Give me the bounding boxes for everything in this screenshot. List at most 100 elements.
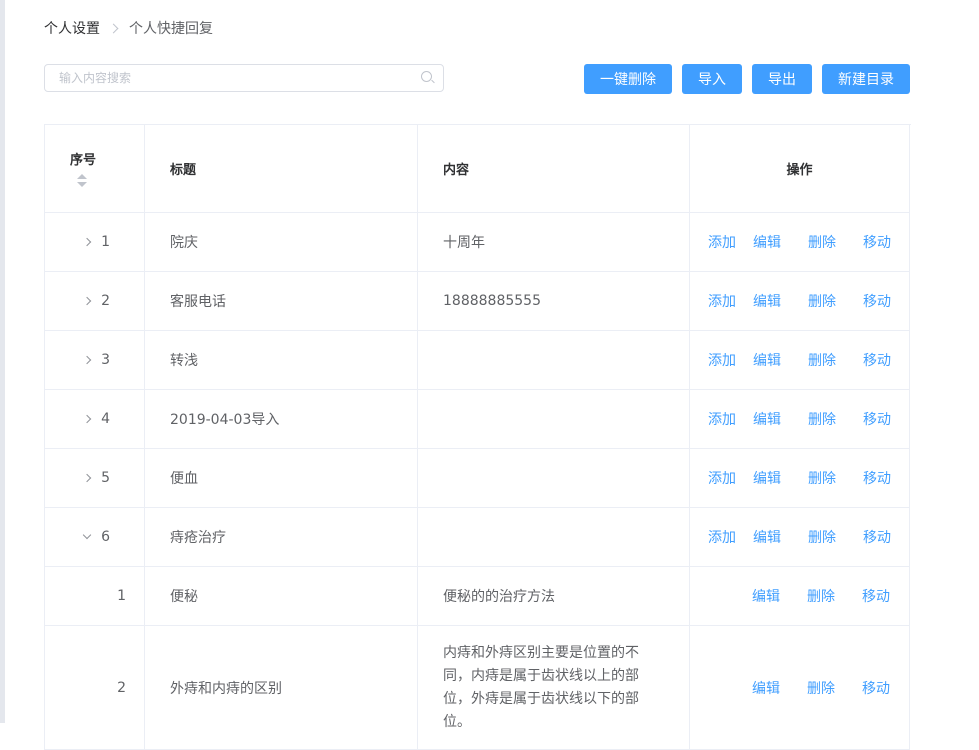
table-child-row: 2 外痔和内痔的区别 内痔和外痔区别主要是位置的不同，内痔是属于齿状线以上的部位… — [45, 626, 911, 750]
add-link[interactable]: 添加 — [708, 350, 736, 370]
delete-link[interactable]: 删除 — [808, 468, 836, 488]
edit-link[interactable]: 编辑 — [753, 527, 781, 547]
row-actions: 添加 编辑 删除 移动 — [690, 390, 910, 449]
row-index-value: 2 — [101, 293, 110, 309]
new-folder-button[interactable]: 新建目录 — [822, 64, 910, 94]
delete-link[interactable]: 删除 — [808, 350, 836, 370]
add-link[interactable]: 添加 — [708, 527, 736, 547]
left-border-strip — [0, 0, 5, 723]
move-link[interactable]: 移动 — [863, 527, 891, 547]
chevron-down-icon[interactable] — [82, 530, 92, 540]
edit-link[interactable]: 编辑 — [753, 409, 781, 429]
row-index: 1 — [45, 213, 145, 272]
table-row: 3 转浅 添加 编辑 删除 移动 — [45, 331, 911, 390]
delete-link[interactable]: 删除 — [808, 291, 836, 311]
delete-link[interactable]: 删除 — [808, 527, 836, 547]
import-button[interactable]: 导入 — [682, 64, 742, 94]
delete-link[interactable]: 删除 — [807, 678, 835, 698]
chevron-right-icon[interactable] — [82, 355, 92, 365]
row-index: 3 — [45, 331, 145, 390]
breadcrumb: 个人设置 个人快捷回复 — [44, 18, 213, 38]
move-link[interactable]: 移动 — [863, 232, 891, 252]
edit-link[interactable]: 编辑 — [752, 586, 780, 606]
row-content — [418, 449, 690, 508]
table-row: 4 2019-04-03导入 添加 编辑 删除 移动 — [45, 390, 911, 449]
row-index-value: 4 — [101, 411, 110, 427]
add-link[interactable]: 添加 — [708, 291, 736, 311]
row-actions: 添加 编辑 删除 移动 — [690, 449, 910, 508]
chevron-right-icon[interactable] — [82, 473, 92, 483]
table-body: 1 院庆 十周年 添加 编辑 删除 移动 2 客服电话 18888885555 — [45, 213, 911, 750]
table-row-expanded: 6 痔疮治疗 添加 编辑 删除 移动 — [45, 508, 911, 567]
table-row: 2 客服电话 18888885555 添加 编辑 删除 移动 — [45, 272, 911, 331]
header-index-label: 序号 — [70, 153, 97, 168]
row-title: 外痔和内痔的区别 — [145, 626, 418, 750]
edit-link[interactable]: 编辑 — [753, 350, 781, 370]
move-link[interactable]: 移动 — [863, 291, 891, 311]
row-title: 痔疮治疗 — [145, 508, 418, 567]
row-index: 5 — [45, 449, 145, 508]
delete-link[interactable]: 删除 — [808, 409, 836, 429]
move-link[interactable]: 移动 — [863, 468, 891, 488]
row-content: 十周年 — [418, 213, 690, 272]
move-link[interactable]: 移动 — [862, 586, 890, 606]
search-input[interactable] — [45, 65, 419, 91]
header-actions: 操作 — [690, 125, 910, 213]
delete-link[interactable]: 删除 — [808, 232, 836, 252]
header-content: 内容 — [418, 125, 690, 213]
header-index[interactable]: 序号 — [45, 125, 145, 213]
search-icon[interactable] — [421, 71, 432, 82]
move-link[interactable]: 移动 — [862, 678, 890, 698]
row-content: 便秘的的治疗方法 — [418, 567, 690, 626]
breadcrumb-parent[interactable]: 个人设置 — [44, 18, 100, 38]
row-content — [418, 331, 690, 390]
edit-link[interactable]: 编辑 — [753, 291, 781, 311]
row-content — [418, 508, 690, 567]
row-actions: 添加 编辑 删除 移动 — [690, 331, 910, 390]
table-row: 5 便血 添加 编辑 删除 移动 — [45, 449, 911, 508]
add-link[interactable]: 添加 — [708, 468, 736, 488]
row-actions: 添加 编辑 删除 移动 — [690, 272, 910, 331]
row-index-value: 5 — [101, 470, 110, 486]
chevron-right-icon[interactable] — [82, 237, 92, 247]
header-title: 标题 — [145, 125, 418, 213]
table-header-row: 序号 标题 内容 操作 — [45, 125, 911, 213]
row-index: 4 — [45, 390, 145, 449]
row-index-value: 1 — [101, 234, 110, 250]
row-actions: 添加 编辑 删除 移动 — [690, 213, 910, 272]
row-actions: 添加 编辑 删除 移动 — [690, 508, 910, 567]
delete-link[interactable]: 删除 — [807, 586, 835, 606]
row-index: 1 — [45, 567, 145, 626]
row-content: 内痔和外痔区别主要是位置的不同，内痔是属于齿状线以上的部位，外痔是属于齿状线以下… — [418, 626, 690, 750]
row-index-value: 6 — [101, 529, 110, 545]
search-box — [44, 64, 444, 92]
row-title: 便秘 — [145, 567, 418, 626]
row-index-value: 3 — [101, 352, 110, 368]
chevron-right-icon[interactable] — [82, 414, 92, 424]
export-button[interactable]: 导出 — [752, 64, 812, 94]
move-link[interactable]: 移动 — [863, 409, 891, 429]
sort-icon[interactable] — [76, 174, 88, 188]
quick-reply-table: 序号 标题 内容 操作 1 院庆 十周年 添加 编辑 删除 移动 2 客服电话 … — [44, 124, 911, 750]
edit-link[interactable]: 编辑 — [752, 678, 780, 698]
edit-link[interactable]: 编辑 — [753, 468, 781, 488]
delete-all-button[interactable]: 一键删除 — [584, 64, 672, 94]
table-row: 1 院庆 十周年 添加 编辑 删除 移动 — [45, 213, 911, 272]
edit-link[interactable]: 编辑 — [753, 232, 781, 252]
row-index: 2 — [45, 272, 145, 331]
row-index: 2 — [45, 626, 145, 750]
row-title: 院庆 — [145, 213, 418, 272]
move-link[interactable]: 移动 — [863, 350, 891, 370]
row-index: 6 — [45, 508, 145, 567]
row-title: 客服电话 — [145, 272, 418, 331]
row-content — [418, 390, 690, 449]
row-title: 便血 — [145, 449, 418, 508]
add-link[interactable]: 添加 — [708, 232, 736, 252]
row-title: 2019-04-03导入 — [145, 390, 418, 449]
row-content: 18888885555 — [418, 272, 690, 331]
breadcrumb-current: 个人快捷回复 — [129, 21, 213, 37]
add-link[interactable]: 添加 — [708, 409, 736, 429]
chevron-right-icon[interactable] — [82, 296, 92, 306]
table-child-row: 1 便秘 便秘的的治疗方法 编辑 删除 移动 — [45, 567, 911, 626]
row-actions: 编辑 删除 移动 — [690, 626, 910, 750]
